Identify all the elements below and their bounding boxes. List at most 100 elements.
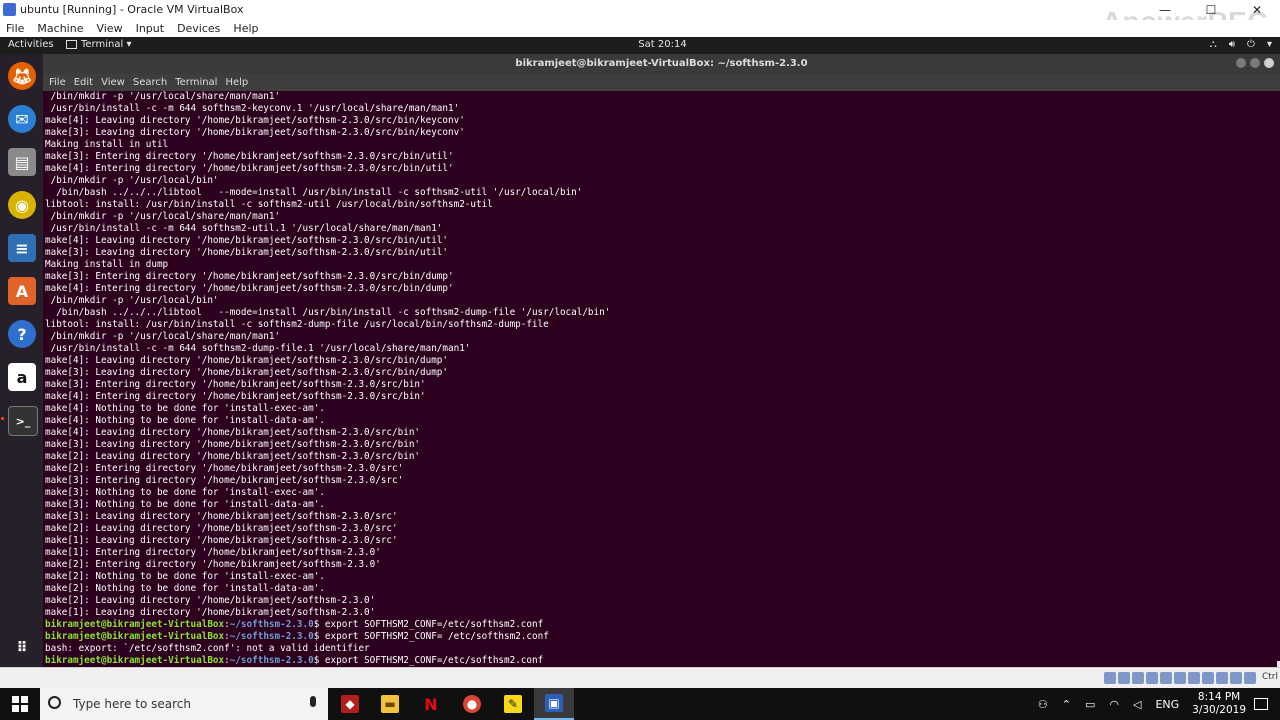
- panel-clock[interactable]: Sat 20:14: [0, 39, 1280, 50]
- menu-view[interactable]: View: [96, 22, 122, 35]
- virtualbox-statusbar: Ctrl: [0, 667, 1280, 689]
- terminal-line: /usr/bin/install -c -m 644 softhsm2-keyc…: [45, 103, 460, 114]
- terminal-line: make[4]: Nothing to be done for 'install…: [45, 403, 325, 414]
- terminal-line: make[2]: Leaving directory '/home/bikram…: [45, 595, 376, 606]
- system-menu[interactable]: ⛬ 🔊︎ ⏻ ▾: [1210, 39, 1272, 50]
- cpu-icon[interactable]: [1215, 672, 1228, 684]
- wifi-icon[interactable]: ◠: [1109, 698, 1119, 711]
- terminal-line: make[1]: Leaving directory '/home/bikram…: [45, 607, 376, 618]
- files-icon[interactable]: ▤: [8, 148, 36, 176]
- close-button[interactable]: ✕: [1234, 0, 1280, 20]
- terminal-content[interactable]: /bin/mkdir -p '/usr/local/share/man/man1…: [43, 91, 1280, 667]
- help-icon[interactable]: ?: [8, 320, 36, 348]
- chevron-down-icon: ▾: [1266, 39, 1272, 50]
- terminal-line: Making install in util: [45, 139, 169, 150]
- battery-icon[interactable]: ▭: [1085, 698, 1095, 711]
- shared-folders-icon[interactable]: [1173, 672, 1186, 684]
- audio-icon[interactable]: [1131, 672, 1144, 684]
- terminal-line: make[3]: Leaving directory '/home/bikram…: [45, 247, 448, 258]
- terminal-line: make[1]: Entering directory '/home/bikra…: [45, 547, 381, 558]
- file-explorer-icon[interactable]: ▬: [370, 688, 410, 720]
- menu-machine[interactable]: Machine: [37, 22, 83, 35]
- chrome-icon[interactable]: ●: [452, 688, 492, 720]
- windows-taskbar: Type here to search ◆ ▬ N ● ✎ ▣ ⚇ ⌃ ▭ ◠ …: [0, 688, 1280, 720]
- virtualbox-menubar: File Machine View Input Devices Help: [0, 20, 1280, 37]
- window-title: ubuntu [Running] - Oracle VM VirtualBox: [20, 3, 244, 16]
- speaker-icon[interactable]: ◁: [1133, 698, 1141, 711]
- terminal-line: /bin/mkdir -p '/usr/local/bin': [45, 295, 219, 306]
- mouse-integration-icon[interactable]: [1229, 672, 1242, 684]
- people-icon[interactable]: ⚇: [1038, 698, 1048, 711]
- terminal-line: make[2]: Leaving directory '/home/bikram…: [45, 451, 421, 462]
- prompt-line: bikramjeet@bikramjeet-VirtualBox:~/softh…: [45, 655, 610, 667]
- software-center-icon[interactable]: A: [8, 277, 36, 305]
- menu-input[interactable]: Input: [136, 22, 164, 35]
- terminal-line: make[4]: Leaving directory '/home/bikram…: [45, 355, 448, 366]
- netflix-icon[interactable]: N: [411, 688, 451, 720]
- thunderbird-icon[interactable]: ✉: [8, 105, 36, 133]
- minimize-button[interactable]: —: [1142, 0, 1188, 20]
- video-capture-icon[interactable]: [1201, 672, 1214, 684]
- terminal-line: make[3]: Leaving directory '/home/bikram…: [45, 367, 448, 378]
- terminal-menu-help[interactable]: Help: [225, 77, 248, 88]
- terminal-maximize-button[interactable]: [1250, 58, 1260, 68]
- antivirus-icon[interactable]: ◆: [330, 688, 370, 720]
- power-icon: ⏻: [1247, 39, 1255, 50]
- terminal-line: make[3]: Leaving directory '/home/bikram…: [45, 127, 465, 138]
- terminal-line: make[3]: Entering directory '/home/bikra…: [45, 379, 426, 390]
- rhythmbox-icon[interactable]: ◉: [8, 191, 36, 219]
- menu-devices[interactable]: Devices: [177, 22, 220, 35]
- language-indicator[interactable]: ENG: [1155, 698, 1179, 711]
- terminal-line: make[4]: Nothing to be done for 'install…: [45, 415, 325, 426]
- terminal-line: Making install in dump: [45, 259, 169, 270]
- terminal-menu-file[interactable]: File: [49, 77, 66, 88]
- terminal-line: make[2]: Nothing to be done for 'install…: [45, 583, 325, 594]
- terminal-line: /usr/bin/install -c -m 644 softhsm2-dump…: [45, 343, 471, 354]
- prompt-path: ~/softhsm-2.3.0: [229, 655, 314, 666]
- display-icon[interactable]: [1187, 672, 1200, 684]
- terminal-line: make[2]: Nothing to be done for 'install…: [45, 571, 325, 582]
- optical-drive-icon[interactable]: [1117, 672, 1130, 684]
- menu-help[interactable]: Help: [233, 22, 258, 35]
- terminal-minimize-button[interactable]: [1236, 58, 1246, 68]
- keyboard-capture-icon[interactable]: [1243, 672, 1256, 684]
- terminal-menu-search[interactable]: Search: [133, 77, 167, 88]
- microphone-icon[interactable]: [310, 696, 316, 707]
- terminal-line: make[4]: Entering directory '/home/bikra…: [45, 391, 426, 402]
- terminal-menu-view[interactable]: View: [101, 77, 125, 88]
- virtualbox-icon[interactable]: ▣: [534, 688, 574, 720]
- terminal-line: make[4]: Entering directory '/home/bikra…: [45, 283, 454, 294]
- terminal-line: make[3]: Nothing to be done for 'install…: [45, 499, 325, 510]
- usb-icon[interactable]: [1159, 672, 1172, 684]
- terminal-menu-terminal[interactable]: Terminal: [175, 77, 217, 88]
- chevron-up-icon[interactable]: ⌃: [1062, 698, 1071, 711]
- notification-center-icon[interactable]: [1254, 698, 1268, 710]
- show-applications-icon[interactable]: ⠿: [8, 634, 36, 662]
- libreoffice-writer-icon[interactable]: ≡: [8, 234, 36, 262]
- terminal-line: make[2]: Entering directory '/home/bikra…: [45, 463, 404, 474]
- firefox-icon[interactable]: 🦊︎: [8, 62, 36, 90]
- virtualbox-titlebar: ubuntu [Running] - Oracle VM VirtualBox …: [0, 0, 1280, 37]
- terminal-line: make[4]: Entering directory '/home/bikra…: [45, 163, 454, 174]
- taskbar-date: 3/30/2019: [1192, 704, 1246, 716]
- network-adapter-icon[interactable]: [1145, 672, 1158, 684]
- taskbar-clock[interactable]: 8:14 PM 3/30/2019: [1192, 691, 1246, 717]
- active-indicator: [1, 417, 4, 420]
- prompt-path: ~/softhsm-2.3.0: [229, 619, 314, 630]
- prompt-line: bikramjeet@bikramjeet-VirtualBox:~/softh…: [45, 631, 610, 643]
- prompt-user: bikramjeet@bikramjeet-VirtualBox: [45, 655, 225, 666]
- amazon-icon[interactable]: a: [8, 363, 36, 391]
- terminal-close-button[interactable]: [1264, 58, 1274, 68]
- terminal-line: make[4]: Leaving directory '/home/bikram…: [45, 235, 448, 246]
- sticky-notes-icon[interactable]: ✎: [493, 688, 533, 720]
- maximize-button[interactable]: ☐: [1188, 0, 1234, 20]
- terminal-line: make[1]: Leaving directory '/home/bikram…: [45, 535, 398, 546]
- start-button[interactable]: [0, 688, 40, 720]
- terminal-line: /bin/mkdir -p '/usr/local/share/man/man1…: [45, 91, 281, 102]
- menu-file[interactable]: File: [6, 22, 24, 35]
- taskbar-search-box[interactable]: Type here to search: [40, 688, 328, 720]
- terminal-menu-edit[interactable]: Edit: [74, 77, 93, 88]
- host-key-label: Ctrl: [1261, 672, 1278, 682]
- hard-disk-icon[interactable]: [1103, 672, 1116, 684]
- terminal-icon[interactable]: >_: [8, 406, 38, 436]
